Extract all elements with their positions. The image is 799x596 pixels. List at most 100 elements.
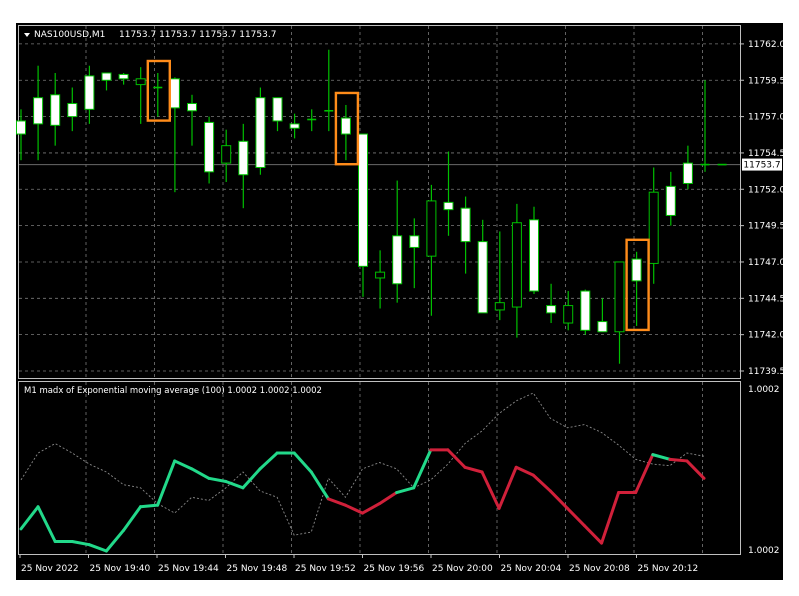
candle	[101, 72, 112, 91]
candle-body	[272, 97, 283, 122]
candle-body	[494, 302, 505, 311]
indicator-segment	[378, 491, 399, 506]
indicator-segment	[514, 465, 535, 477]
indicator-axis: 1.0002 1.0002	[748, 385, 780, 556]
candle-body	[563, 305, 574, 324]
y-tick-label: 11754.5	[748, 149, 783, 159]
chart-canvas: 11762.0 11759.5 11757.0 11754.5 11752.0 11749…	[16, 25, 785, 574]
indicator-segment	[361, 502, 382, 515]
x-tick-label: 25 Nov 19:40	[90, 564, 151, 574]
candle	[135, 67, 146, 124]
candle	[546, 283, 557, 324]
indicator-segment	[565, 506, 586, 528]
indicator-segment	[497, 465, 518, 510]
candle	[238, 123, 249, 209]
candle	[614, 261, 625, 364]
candle-body	[204, 121, 215, 173]
candle	[16, 109, 26, 161]
candle	[204, 116, 215, 184]
y-tick-label: 11742.0	[748, 331, 783, 341]
candle-body	[511, 222, 522, 308]
indicator-segment	[87, 543, 108, 553]
x-tick-label: 25 Nov 2022	[21, 564, 79, 574]
candle	[631, 251, 642, 326]
candle	[665, 171, 676, 226]
candle	[563, 291, 574, 331]
indicator-segment	[446, 448, 467, 469]
x-tick-label: 25 Nov 19:52	[295, 564, 356, 574]
candle	[682, 145, 693, 190]
current-price-label: 11753.7	[743, 161, 780, 171]
indicator-segment	[651, 453, 672, 461]
candle-body	[529, 219, 539, 292]
x-tick-label: 25 Nov 20:12	[638, 564, 699, 574]
candle	[187, 94, 197, 146]
indicator-segment	[19, 505, 40, 531]
candle-body	[118, 73, 129, 80]
y-tick-label: 11762.0	[748, 40, 783, 50]
indicator-segment	[70, 540, 91, 547]
indicator-segment	[190, 467, 211, 480]
y-tick-label: 11752.0	[748, 185, 783, 195]
candle	[597, 298, 608, 333]
highlight-box	[146, 59, 172, 122]
indicator-segment	[36, 505, 57, 544]
price-axis: 11762.0 11759.5 11757.0 11754.5 11752.0 11749…	[740, 40, 785, 377]
y-tick-label: 11757.0	[748, 113, 783, 123]
candle	[33, 65, 44, 161]
y-tick-label: 11749.5	[748, 222, 783, 232]
candle-body	[289, 123, 300, 129]
candle-body	[169, 78, 180, 109]
candle	[324, 49, 334, 132]
symbol-header: NAS100USD,M1	[34, 30, 105, 40]
candle	[392, 180, 403, 303]
x-tick-label: 25 Nov 20:08	[569, 564, 630, 574]
candle-body	[597, 321, 608, 333]
indicator-segment	[463, 465, 484, 474]
candle-body	[409, 235, 420, 248]
candle-body	[631, 258, 642, 282]
chart-window: 11762.0 11759.5 11757.0 11754.5 11752.0 11749…	[16, 23, 785, 580]
candle-body	[546, 305, 557, 314]
indicator-segment	[668, 457, 689, 463]
indicator-segment	[258, 451, 279, 471]
candle-body	[375, 271, 386, 279]
candle	[255, 87, 266, 175]
indicator-segment	[241, 467, 262, 490]
indicator-segment	[531, 473, 552, 493]
candle-body	[255, 97, 266, 168]
candle-body	[460, 207, 471, 243]
y-tick-label: 11747.0	[748, 258, 783, 268]
y-tick-label: 11744.5	[748, 294, 783, 304]
candle	[375, 250, 386, 309]
x-tick-label: 25 Nov 20:04	[501, 564, 562, 574]
candle	[118, 72, 129, 85]
indicator-segment	[600, 491, 621, 545]
indicator-pane-border	[18, 381, 741, 555]
candles	[16, 49, 727, 364]
candle	[50, 72, 61, 146]
candle-body	[33, 97, 44, 125]
candle-body	[340, 117, 351, 135]
candle-body	[392, 235, 403, 285]
candle-body	[16, 120, 26, 135]
indicator-segment	[582, 524, 604, 545]
candle-body	[648, 191, 659, 264]
candle	[580, 289, 591, 335]
indicator-segment	[104, 528, 125, 553]
time-axis: 25 Nov 2022 25 Nov 19:40 25 Nov 19:44 25 No…	[19, 554, 699, 574]
candle-body	[50, 94, 61, 126]
candle-body	[682, 162, 693, 184]
main-pane-header: NAS100USD,M1 11753.7 11753.7 11753.7 117…	[24, 30, 276, 40]
indicator-series	[19, 392, 706, 553]
indicator-y-tick-label: 1.0002	[748, 385, 780, 395]
candle-body	[614, 261, 625, 333]
candle	[169, 77, 180, 193]
candle	[700, 80, 710, 172]
candle	[307, 109, 317, 132]
y-tick-label: 11759.5	[748, 76, 783, 86]
ohlc-header: 11753.7 11753.7 11753.7 11753.7	[119, 30, 276, 40]
candle-body	[665, 185, 676, 216]
caret-down-icon[interactable]	[24, 33, 30, 37]
indicator-segment	[121, 505, 143, 532]
